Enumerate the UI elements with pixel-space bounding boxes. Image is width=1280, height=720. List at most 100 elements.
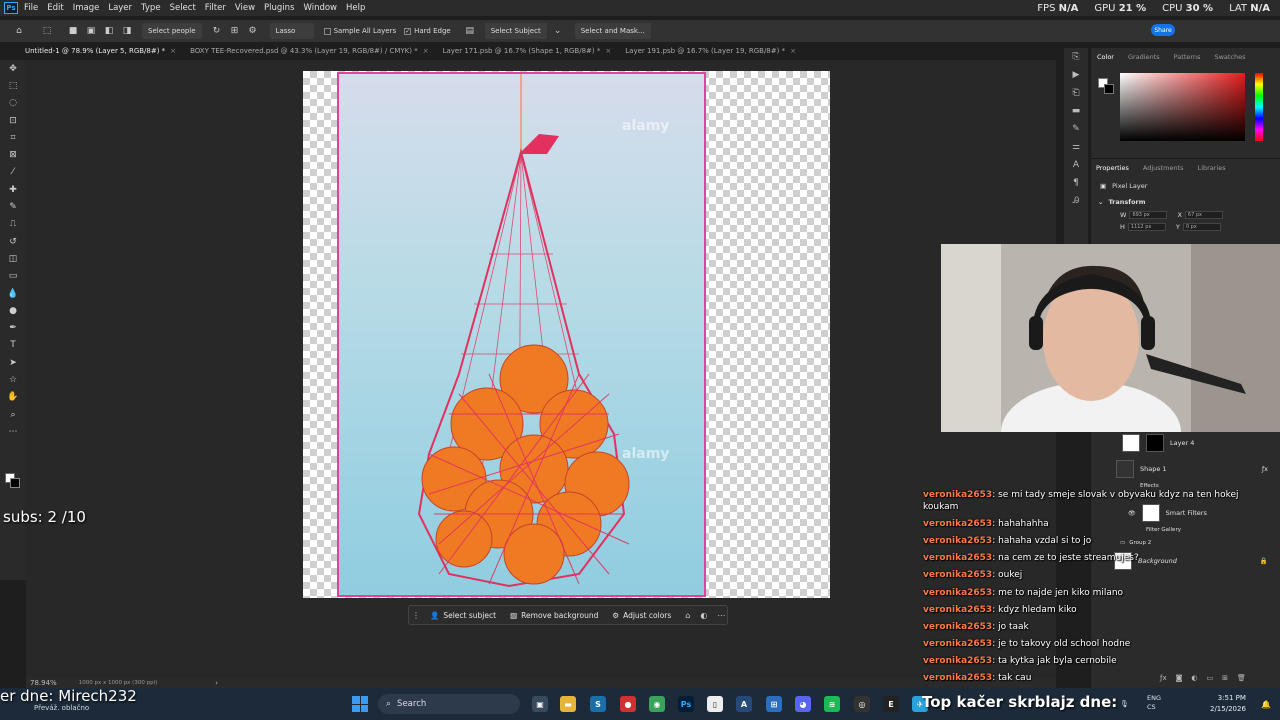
eyedropper-tool-icon[interactable]: ⁄ [0,164,26,181]
tab-patterns[interactable]: Patterns [1174,53,1201,61]
tab-color[interactable]: Color [1097,53,1114,61]
object-finder-icon[interactable]: ⊞ [228,24,242,38]
font-app-icon[interactable]: A [736,696,752,712]
blur-tool-icon[interactable]: 💧 [0,285,26,302]
chevron-right-icon[interactable]: › [215,679,218,687]
pen-tool-icon[interactable]: ✒ [0,319,26,336]
menu-view[interactable]: View [235,3,255,13]
path-selection-icon[interactable]: ➤ [0,354,26,371]
mode-select[interactable]: Lasso [269,23,314,39]
tab-adjustments[interactable]: Adjustments [1143,164,1184,172]
taskbar-search[interactable]: ⌕ Search [378,694,520,714]
notification-icon[interactable]: 🔔 [1258,696,1274,712]
layer-row[interactable]: Layer 4 [1094,432,1274,454]
select-people-button[interactable]: Select people [142,23,202,39]
fx-icon[interactable]: ƒx [1262,465,1268,473]
clone-stamp-icon[interactable]: ⎍ [0,216,26,233]
subtract-selection-icon[interactable]: ◧ [102,24,116,38]
menu-help[interactable]: Help [346,3,365,13]
photoshop-taskbar-icon[interactable]: Ps [678,696,694,712]
zoom-level[interactable]: 78.94% [30,679,57,687]
history-icon[interactable]: ⎘ [1064,48,1088,66]
adjust-colors-button[interactable]: ⚙ Adjust colors [612,611,671,620]
tab-gradients[interactable]: Gradients [1128,53,1160,61]
language-indicator[interactable]: ENG CS [1147,694,1161,712]
hand-tool-icon[interactable]: ✋ [0,389,26,406]
gradient-tool-icon[interactable]: ▭ [0,268,26,285]
task-view-icon[interactable]: ▣ [532,696,548,712]
clock[interactable]: 3:51 PM 2/15/2026 [1210,693,1246,715]
chevron-down-icon[interactable]: ⌄ [551,24,565,38]
width-field[interactable]: 693 px [1129,211,1168,219]
menu-filter[interactable]: Filter [205,3,226,13]
epic-games-icon[interactable]: E [883,696,899,712]
menu-image[interactable]: Image [73,3,100,13]
discord-icon[interactable]: ◕ [795,696,811,712]
new-selection-icon[interactable]: ■ [66,24,80,38]
more-options-icon[interactable]: ⋯ [717,611,725,620]
brush-tool-icon[interactable]: ✎ [0,198,26,215]
obs-icon[interactable]: ◎ [854,696,870,712]
object-selection-tool-icon[interactable]: ⬚ [40,24,54,38]
select-and-mask-button[interactable]: Select and Mask... [574,23,651,39]
sample-all-layers-checkbox[interactable]: Sample All Layers [323,27,396,35]
menu-window[interactable]: Window [303,3,337,13]
y-field[interactable]: 0 px [1182,223,1221,231]
lasso-tool-icon[interactable]: ◌ [0,95,26,112]
paragraph-icon[interactable]: ¶ [1064,174,1088,192]
close-icon[interactable]: × [790,47,796,55]
add-selection-icon[interactable]: ▣ [84,24,98,38]
weather-widget[interactable]: Převáž. oblačno [34,704,89,712]
spotify-icon[interactable]: ≋ [824,696,840,712]
layer-row[interactable]: Shape 1 ƒx [1094,458,1274,480]
red-app-icon[interactable]: ● [620,696,636,712]
color-panel-background-swatch[interactable] [1104,84,1114,94]
select-subject-button[interactable]: 👤 Select subject [430,611,496,620]
foreground-background-swatches[interactable] [5,473,21,489]
intersect-selection-icon[interactable]: ◨ [120,24,134,38]
glyphs-icon[interactable]: Ꭿ [1064,192,1088,210]
menu-select[interactable]: Select [170,3,196,13]
close-icon[interactable]: × [423,47,429,55]
tab-libraries[interactable]: Libraries [1198,164,1226,172]
transform-section[interactable]: ⌄ Transform [1090,195,1280,209]
menu-plugins[interactable]: Plugins [264,3,294,13]
comment-icon[interactable]: ▬ [1064,102,1088,120]
steam-icon[interactable]: S [590,696,606,712]
tab-properties[interactable]: Properties [1096,164,1129,172]
gear-icon[interactable]: ⚙ [246,24,260,38]
menu-file[interactable]: File [24,3,38,13]
refresh-icon[interactable]: ↻ [210,24,224,38]
grid-app-icon[interactable]: ⊞ [766,696,782,712]
close-icon[interactable]: × [605,47,611,55]
tab-layer-191[interactable]: Layer 191.psb @ 16.7% (Layer 19, RGB/8#)… [625,47,796,55]
menu-layer[interactable]: Layer [108,3,132,13]
layer-comps-icon[interactable]: ⎗ [1064,84,1088,102]
shape-tool-icon[interactable]: ☆ [0,371,26,388]
lock-icon[interactable]: 🔒 [1260,557,1268,565]
crop-tool-icon[interactable]: ⌗ [0,129,26,146]
frame-tool-icon[interactable]: ⊠ [0,146,26,163]
select-subject-button[interactable]: Select Subject [484,23,547,39]
brush-settings-icon[interactable]: ✎ [1064,120,1088,138]
close-icon[interactable]: × [170,47,176,55]
chrome-icon[interactable]: ◉ [649,696,665,712]
mask-icon[interactable]: ◐ [700,611,707,620]
home-icon[interactable]: ⌂ [12,24,26,38]
character-icon[interactable]: A [1064,156,1088,174]
history-brush-icon[interactable]: ↺ [0,233,26,250]
hue-slider[interactable] [1255,73,1263,141]
move-tool-icon[interactable]: ✥ [0,60,26,77]
dodge-tool-icon[interactable]: ● [0,302,26,319]
color-picker-field[interactable] [1120,73,1245,141]
tab-untitled-1[interactable]: Untitled-1 @ 78.9% (Layer 5, RGB/8#) * × [25,47,176,55]
more-tools-icon[interactable]: ⋯ [0,423,26,440]
marquee-tool-icon[interactable]: ⬚ [0,77,26,94]
document-dimensions[interactable]: 1000 px x 1000 px (300 ppi) [79,680,158,686]
object-selection-tool-icon[interactable]: ⊡ [0,112,26,129]
menu-edit[interactable]: Edit [47,3,63,13]
background-color-swatch[interactable] [10,478,20,488]
zoom-tool-icon[interactable]: ⌕ [0,406,26,423]
tab-boxy-tee[interactable]: BOXY TEE-Recovered.psd @ 43.3% (Layer 19… [190,47,429,55]
microphone-icon[interactable]: 🎙 [1120,700,1129,708]
